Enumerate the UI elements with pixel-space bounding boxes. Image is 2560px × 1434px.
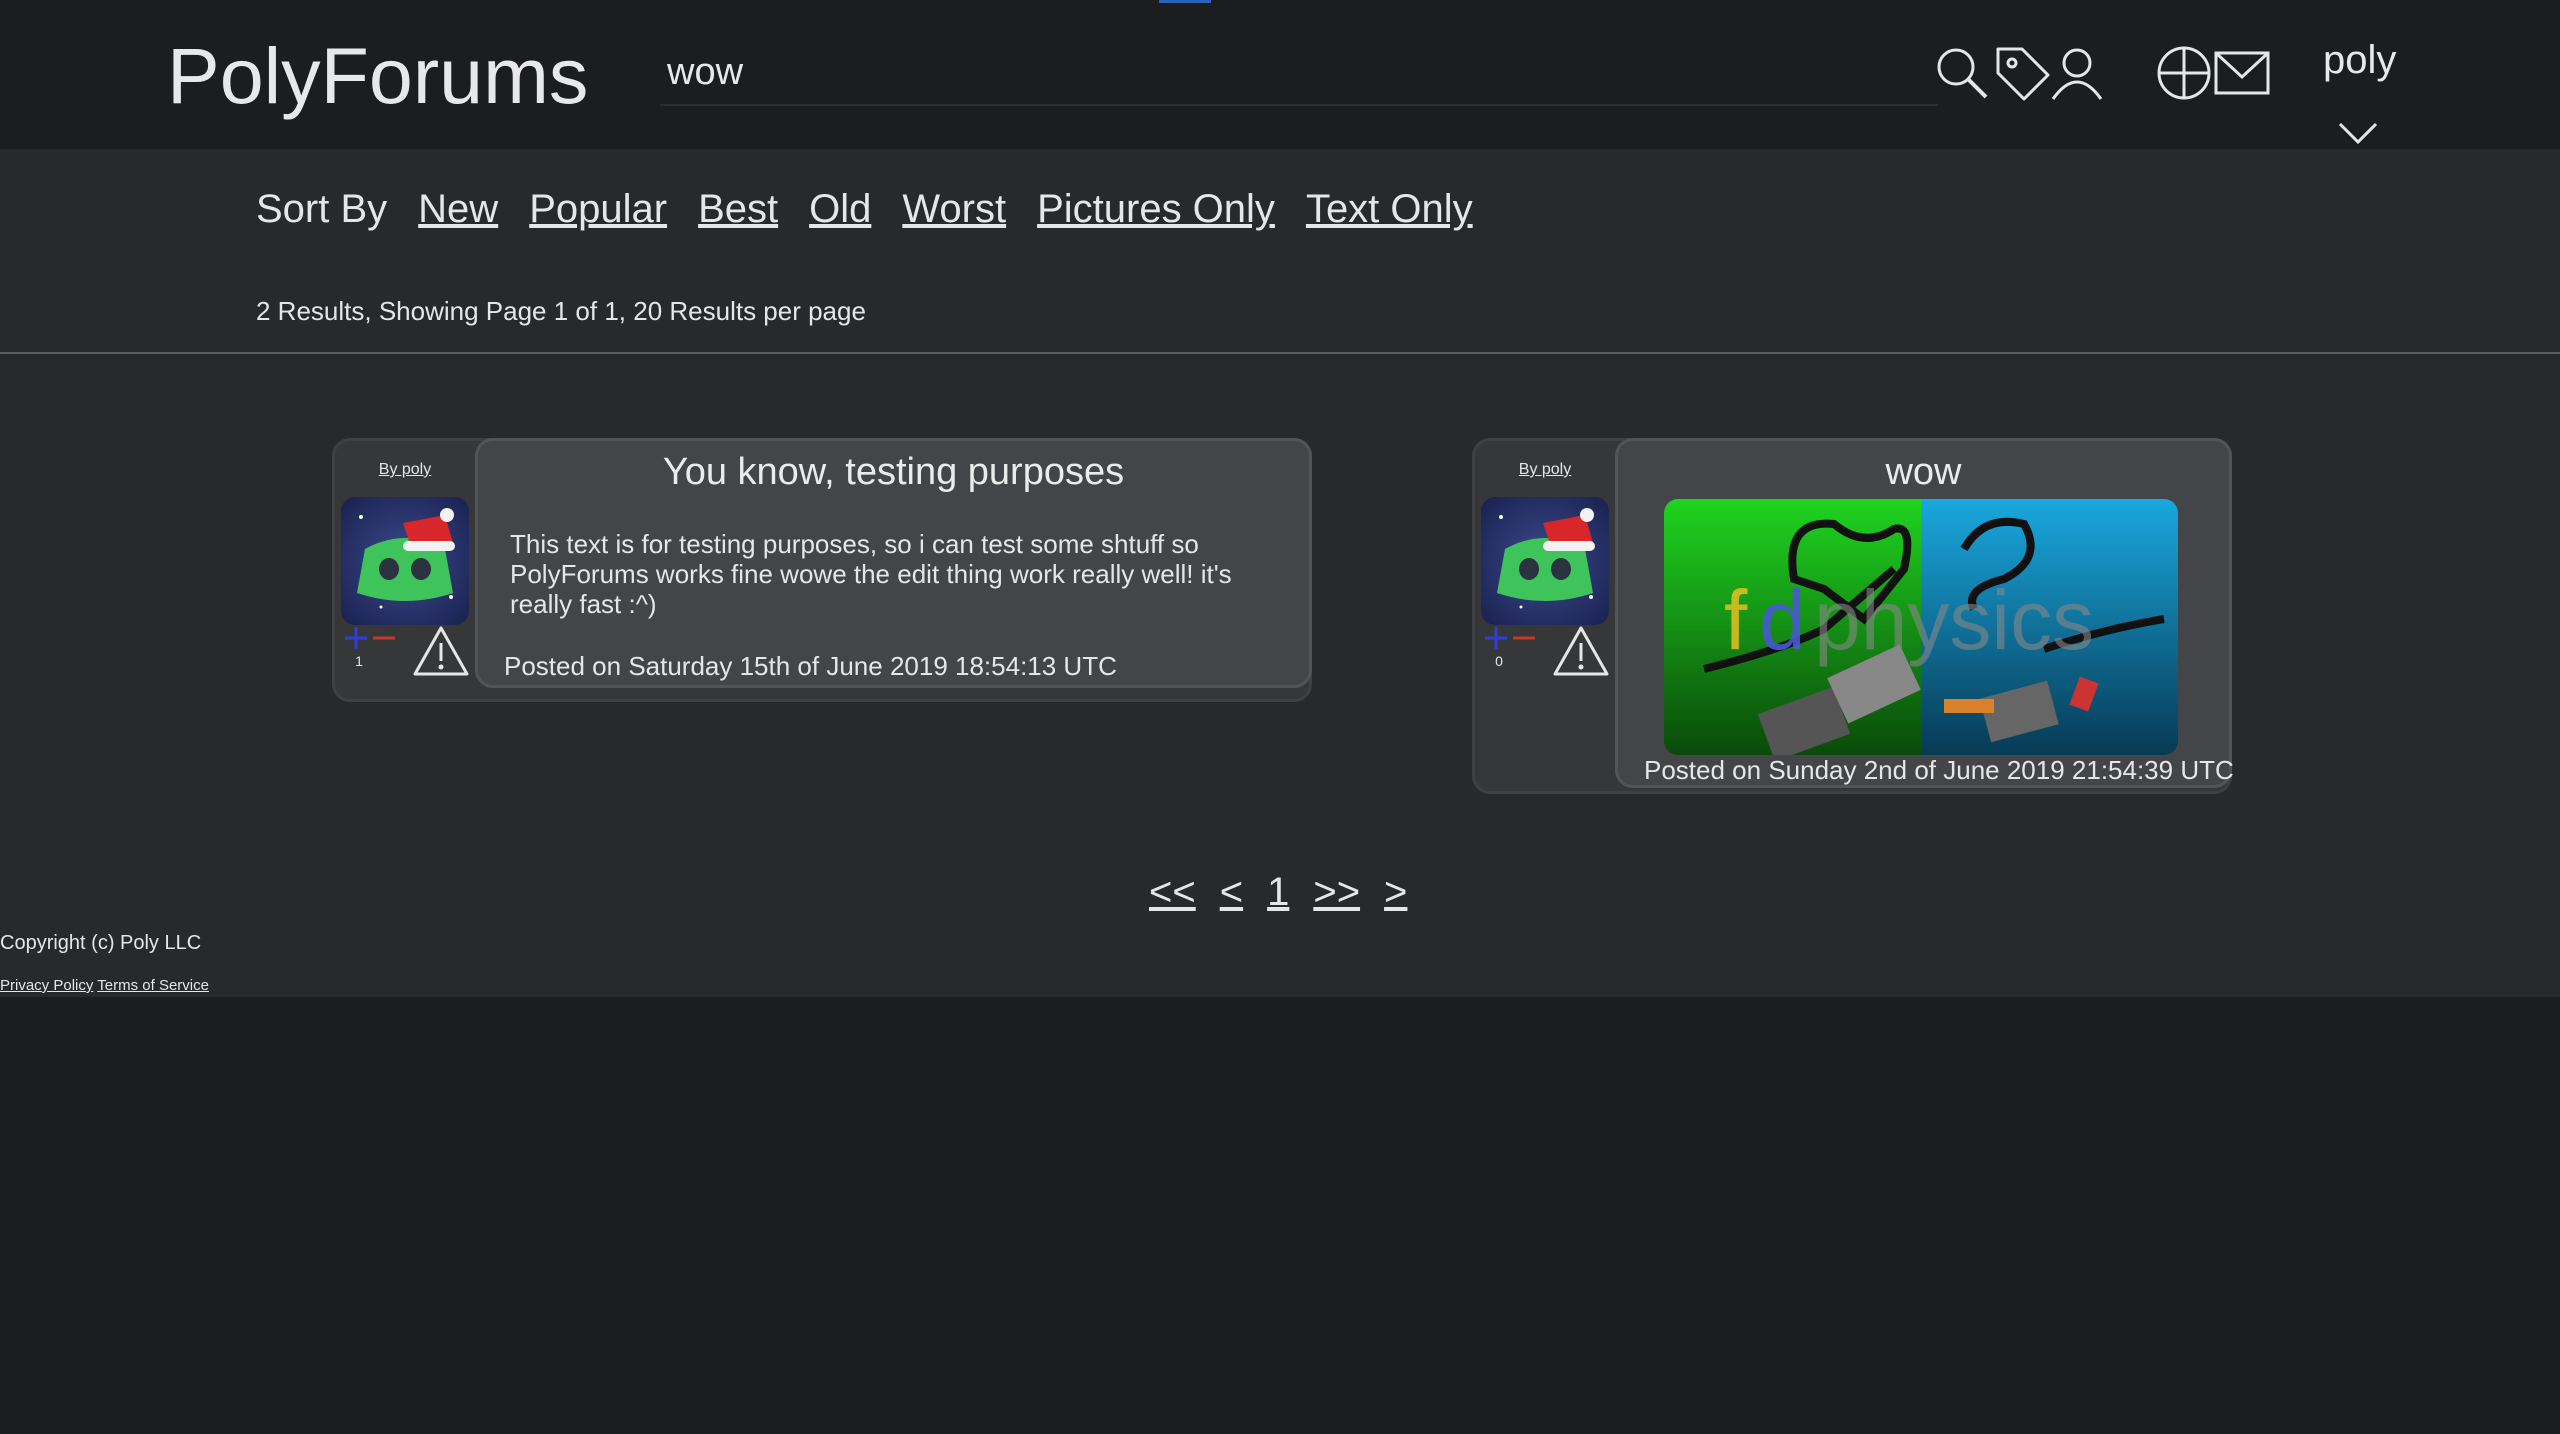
upvote-icon[interactable] [1483,625,1509,651]
site-logo[interactable]: PolyForums [167,30,588,122]
results-summary: 2 Results, Showing Page 1 of 1, 20 Resul… [256,296,866,326]
user-menu-name[interactable]: poly [2323,38,2396,83]
post-timestamp: Posted on Sunday 2nd of June 2019 21:54:… [1644,755,2234,785]
sort-best[interactable]: Best [698,187,778,232]
sort-bar: Sort By New Popular Best Old Worst Pictu… [256,187,1504,232]
svg-text:f: f [1724,573,1748,667]
svg-text:d: d [1759,573,1806,667]
downvote-icon[interactable] [1511,625,1537,651]
post-content: You know, testing purposes This text is … [475,438,1312,688]
post-body: This text is for testing purposes, so i … [510,529,1232,619]
privacy-policy-link[interactable]: Privacy Policy [0,977,93,994]
sort-popular[interactable]: Popular [529,187,667,232]
divider [0,352,2560,354]
user-icon[interactable] [2047,43,2107,103]
search-icon[interactable] [1932,43,1992,103]
downvote-icon[interactable] [371,625,397,651]
top-accent-bar [1159,0,1211,3]
sort-worst[interactable]: Worst [902,187,1006,232]
post-image[interactable]: f d physics [1664,499,2178,755]
upvote-icon[interactable] [343,625,369,651]
chevron-down-icon[interactable] [2336,120,2380,146]
tag-icon[interactable] [1992,43,2052,103]
post-content: wow f d physics Posted on Sunday 2nd of … [1615,438,2234,788]
post-author-link[interactable]: By poly [1475,461,1615,479]
svg-text:physics: physics [1814,573,2094,667]
search-input[interactable] [660,40,1938,106]
footer-links: Privacy Policy Terms of Service [0,977,209,994]
top-bar: PolyForums poly [0,0,2560,149]
post-title[interactable]: wow [1618,451,2229,494]
last-page-link[interactable]: >> [1313,870,1360,915]
page-1-link[interactable]: 1 [1267,870,1289,915]
report-icon[interactable] [413,625,469,677]
post-score: 1 [355,653,363,669]
post-title[interactable]: You know, testing purposes [478,451,1309,494]
sort-old[interactable]: Old [809,187,871,232]
pagination: << < 1 >> > [1149,870,1431,915]
sort-label: Sort By [256,187,388,231]
post-timestamp: Posted on Saturday 15th of June 2019 18:… [504,651,1117,681]
sort-pictures-only[interactable]: Pictures Only [1037,187,1275,232]
post-card: By poly 0 wow f d physics Posted on Sund… [1472,438,2234,794]
create-post-icon[interactable] [2154,43,2214,103]
sort-new[interactable]: New [418,187,498,232]
first-page-link[interactable]: << [1149,870,1196,915]
avatar[interactable] [1481,497,1609,625]
avatar[interactable] [341,497,469,625]
prev-page-link[interactable]: < [1220,870,1243,915]
post-card: By poly 1 You know, testing purposes Thi… [332,438,1312,702]
terms-of-service-link[interactable]: Terms of Service [97,977,209,994]
post-score: 0 [1495,653,1503,669]
post-author-link[interactable]: By poly [335,461,475,479]
next-page-link[interactable]: > [1384,870,1407,915]
copyright: Copyright (c) Poly LLC [0,932,202,954]
sort-text-only[interactable]: Text Only [1306,187,1473,232]
page-bottom [0,997,2560,1434]
report-icon[interactable] [1553,625,1609,677]
mail-icon[interactable] [2212,43,2272,103]
